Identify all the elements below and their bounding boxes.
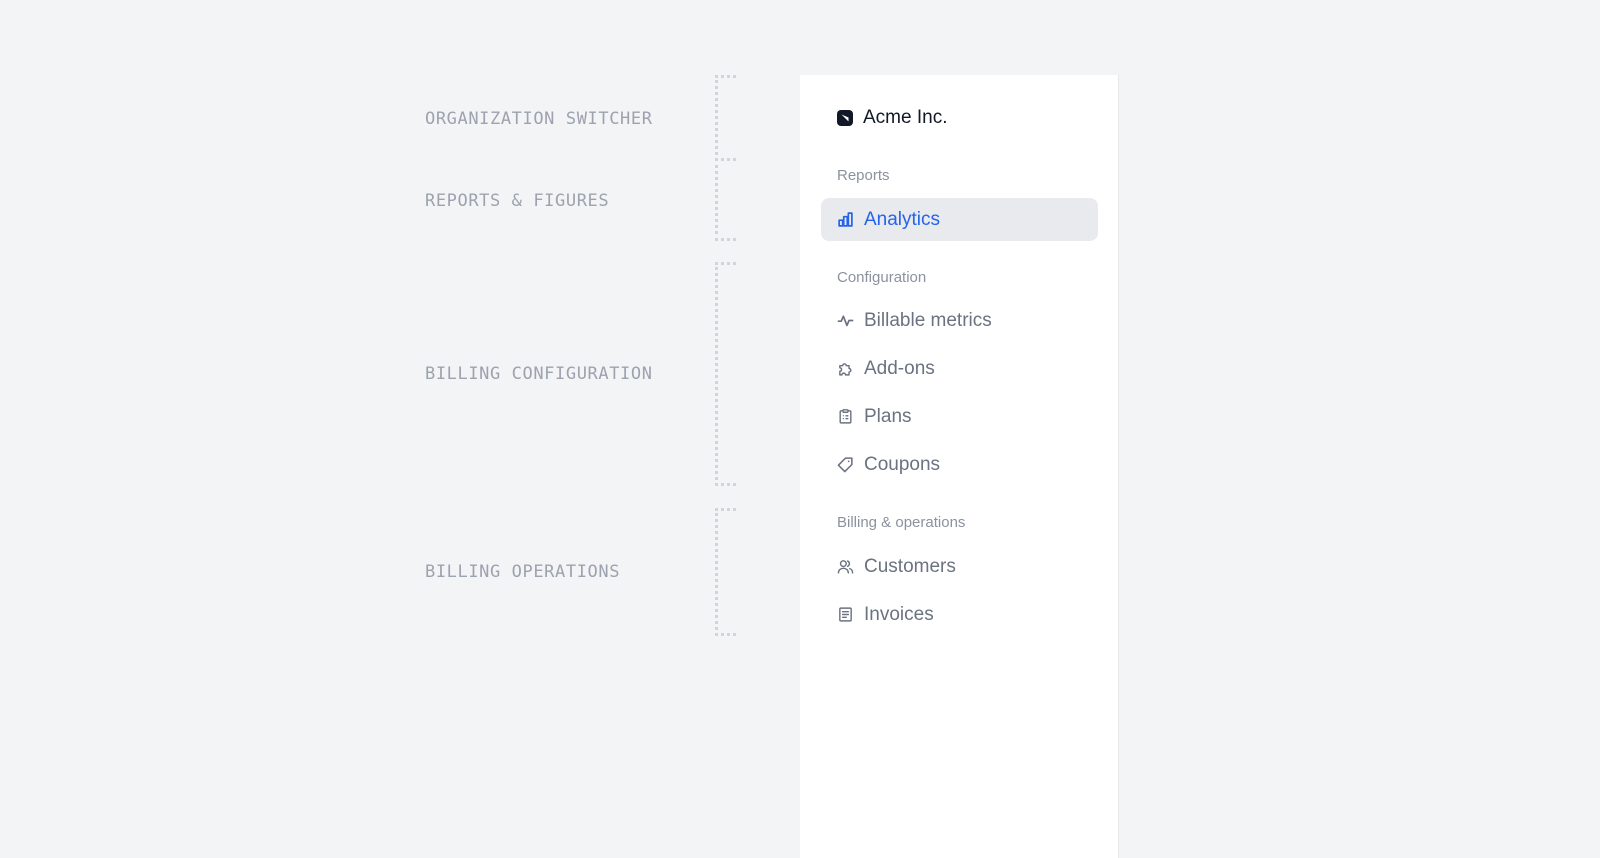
pulse-icon	[837, 312, 854, 329]
section-label-reports: Reports	[837, 167, 890, 184]
bracket-organization-switcher	[715, 75, 736, 161]
sidebar-item-plans[interactable]: Plans	[821, 395, 1098, 438]
sidebar-item-customers[interactable]: Customers	[821, 545, 1098, 588]
sidebar: Acme Inc. Reports Analytics Configuratio…	[800, 75, 1119, 858]
sidebar-item-label: Analytics	[864, 208, 941, 230]
sidebar-item-label: Plans	[864, 405, 912, 427]
section-label-configuration: Configuration	[837, 269, 927, 286]
bracket-reports-figures	[715, 158, 736, 241]
annotation-organization-switcher: ORGANIZATION SWITCHER	[425, 109, 653, 129]
document-icon	[837, 606, 854, 623]
sidebar-item-label: Customers	[864, 555, 956, 577]
sidebar-item-billable-metrics[interactable]: Billable metrics	[821, 299, 1098, 342]
sidebar-item-analytics[interactable]: Analytics	[821, 198, 1098, 241]
bracket-billing-configuration	[715, 262, 736, 486]
organization-switcher[interactable]: Acme Inc.	[837, 104, 947, 132]
puzzle-icon	[837, 360, 854, 377]
sidebar-item-coupons[interactable]: Coupons	[821, 443, 1098, 486]
org-logo-icon	[837, 110, 853, 126]
org-name: Acme Inc.	[863, 107, 948, 128]
bracket-billing-operations	[715, 508, 736, 636]
sidebar-item-add-ons[interactable]: Add-ons	[821, 347, 1098, 390]
sidebar-item-label: Add-ons	[864, 357, 935, 379]
sidebar-item-label: Coupons	[864, 453, 941, 475]
sidebar-item-label: Invoices	[864, 603, 934, 625]
sidebar-item-label: Billable metrics	[864, 309, 992, 331]
sidebar-item-invoices[interactable]: Invoices	[821, 593, 1098, 636]
tag-icon	[837, 456, 854, 473]
annotation-billing-configuration: BILLING CONFIGURATION	[425, 364, 653, 384]
section-label-billing-operations: Billing & operations	[837, 514, 966, 531]
clipboard-icon	[837, 408, 854, 425]
bar-chart-icon	[837, 211, 854, 228]
annotation-billing-operations: BILLING OPERATIONS	[425, 562, 621, 582]
annotation-reports-figures: REPORTS & FIGURES	[425, 191, 610, 211]
users-icon	[837, 558, 854, 575]
